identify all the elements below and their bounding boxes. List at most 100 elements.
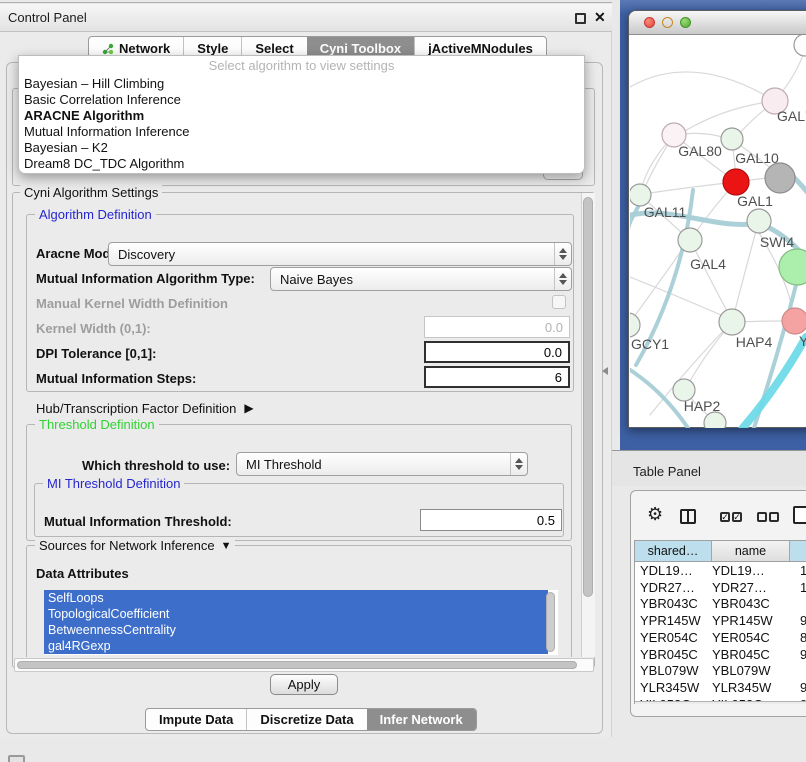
settings-hscrollbar-thumb[interactable] <box>17 661 577 669</box>
checkbox-checked-icon[interactable]: ✓ <box>720 512 730 522</box>
table-row[interactable]: YBR045CYBR045C9. <box>635 646 806 663</box>
network-node-label: SWI4 <box>760 234 794 250</box>
table-row[interactable]: YBR043CYBR043C <box>635 596 806 613</box>
columns-icon[interactable] <box>680 509 696 524</box>
cell-value: 8. <box>800 630 806 645</box>
manual-kernel-checkbox[interactable] <box>552 295 566 309</box>
mi-threshold-field[interactable] <box>420 509 562 531</box>
list-item[interactable]: BetweennessCentrality <box>44 622 548 638</box>
column-header-partial[interactable] <box>790 541 806 561</box>
list-item[interactable]: TopologicalCoefficient <box>44 606 548 622</box>
panel-divider-arrow-icon[interactable] <box>602 367 608 375</box>
cell-name: YDL19… <box>712 563 800 578</box>
gear-icon[interactable]: ⚙ <box>647 505 663 523</box>
table-hscrollbar-track[interactable] <box>635 701 806 704</box>
table-row[interactable]: YLR345WYLR345W9. <box>635 679 806 696</box>
checkbox-checked-icon[interactable]: ✓ <box>732 512 742 522</box>
cell-value: 12 <box>800 580 806 595</box>
network-edge[interactable] <box>630 207 638 240</box>
apply-button[interactable]: Apply <box>270 674 338 695</box>
network-edge[interactable] <box>685 101 775 131</box>
stepper-arrows-icon <box>510 453 527 475</box>
network-node-label: GAL80 <box>678 143 722 159</box>
tab-impute-data[interactable]: Impute Data <box>146 709 246 730</box>
network-edge[interactable] <box>630 72 775 101</box>
window-close-button[interactable] <box>644 17 655 28</box>
dropdown-item-selected[interactable]: ARACNE Algorithm <box>19 108 584 124</box>
cell-name: YDR27… <box>712 580 800 595</box>
checkbox-unchecked-icon[interactable] <box>757 512 767 522</box>
network-node-label: GAL7 <box>777 108 806 124</box>
network-node[interactable] <box>721 128 743 150</box>
aracne-mode-combobox[interactable]: Discovery <box>108 242 572 266</box>
list-item[interactable]: gal4RGexp <box>44 638 548 654</box>
tab-discretize-data[interactable]: Discretize Data <box>246 709 366 730</box>
dropdown-item[interactable]: Bayesian – Hill Climbing <box>19 76 584 92</box>
network-node-label: GAL1 <box>737 193 773 209</box>
hub-definition-label: Hub/Transcription Factor Definition <box>36 401 236 416</box>
dropdown-item[interactable]: Dream8 DC_TDC Algorithm <box>19 156 584 172</box>
table-row[interactable]: YDR27…YDR27…12 <box>635 579 806 596</box>
window-minimize-button[interactable] <box>662 17 673 28</box>
tab-cyni-toolbox-label: Cyni Toolbox <box>320 41 401 56</box>
cell-shared-name: YPR145W <box>635 613 712 628</box>
network-node[interactable] <box>678 228 702 252</box>
hub-definition-expander[interactable]: Hub/Transcription Factor Definition ▶ <box>36 400 254 416</box>
settings-vscrollbar-thumb[interactable] <box>583 197 593 597</box>
list-item[interactable]: SelfLoops <box>44 590 548 606</box>
table-row[interactable]: YBL079WYBL079W <box>635 663 806 680</box>
network-node[interactable] <box>719 309 745 335</box>
sources-title: Sources for Network Inference <box>39 538 215 553</box>
tab-infer-network[interactable]: Infer Network <box>367 709 476 730</box>
dpi-tolerance-field[interactable] <box>424 341 570 363</box>
table-row[interactable]: YPR145WYPR145W9. <box>635 612 806 629</box>
dropdown-item[interactable]: Mutual Information Inference <box>19 124 584 140</box>
network-node-label: Y <box>799 333 806 349</box>
close-icon[interactable]: ✕ <box>594 9 606 26</box>
mi-type-combobox[interactable]: Naive Bayes <box>270 267 572 291</box>
network-node[interactable] <box>794 35 806 56</box>
network-edge[interactable] <box>732 231 756 322</box>
which-threshold-combobox[interactable]: MI Threshold <box>236 452 528 476</box>
control-panel-titlebar[interactable]: Control Panel ✕ <box>0 4 612 32</box>
which-threshold-value: MI Threshold <box>246 457 322 472</box>
dropdown-item[interactable]: Bayesian – K2 <box>19 140 584 156</box>
network-node[interactable] <box>630 313 640 337</box>
float-window-icon[interactable] <box>575 13 586 24</box>
network-node[interactable] <box>747 209 771 233</box>
data-attributes-list[interactable]: SelfLoops TopologicalCoefficient Between… <box>44 590 558 655</box>
cell-value: 9. <box>800 647 806 662</box>
cell-shared-name: YBR043C <box>635 596 712 611</box>
table-row[interactable]: YER054CYER054C8. <box>635 629 806 646</box>
network-node[interactable] <box>630 184 651 206</box>
network-node[interactable] <box>723 169 749 195</box>
network-view[interactable]: GAL7GAL80GAL10GAL1GAL11SWI4GAL4HAP4YGCY1… <box>630 35 806 428</box>
document-icon[interactable] <box>793 506 806 524</box>
table-row[interactable]: YDL19…YDL19…13 <box>635 562 806 579</box>
control-panel-title: Control Panel <box>8 4 87 32</box>
network-edge[interactable] <box>742 337 806 428</box>
list-scrollbar[interactable] <box>546 592 555 652</box>
network-window-titlebar[interactable] <box>629 11 806 35</box>
window-zoom-button[interactable] <box>680 17 691 28</box>
minimized-panel-button[interactable] <box>8 755 25 762</box>
cell-shared-name: YLR345W <box>635 680 712 695</box>
checkbox-unchecked-icon[interactable] <box>769 512 779 522</box>
threshold-definition-title: Threshold Definition <box>35 417 159 432</box>
columns-icon-divider <box>687 511 689 522</box>
network-edge[interactable] <box>630 275 728 318</box>
network-node[interactable] <box>765 163 795 193</box>
network-edge[interactable] <box>630 247 684 325</box>
network-node[interactable] <box>704 412 726 428</box>
data-attributes-label: Data Attributes <box>36 566 129 581</box>
sources-title-row[interactable]: Sources for Network Inference ▼ <box>35 538 235 553</box>
stepper-arrows-icon <box>554 268 571 290</box>
network-node[interactable] <box>782 308 806 334</box>
column-header-shared-name[interactable]: shared… <box>635 541 712 561</box>
table-body: YDL19…YDL19…13 YDR27…YDR27…12 YBR043CYBR… <box>635 562 806 703</box>
mi-steps-field[interactable] <box>424 366 570 388</box>
mi-threshold-title: MI Threshold Definition <box>43 476 184 491</box>
dropdown-item[interactable]: Basic Correlation Inference <box>19 92 584 108</box>
kernel-width-field[interactable] <box>424 316 570 338</box>
column-header-name[interactable]: name <box>712 541 790 561</box>
